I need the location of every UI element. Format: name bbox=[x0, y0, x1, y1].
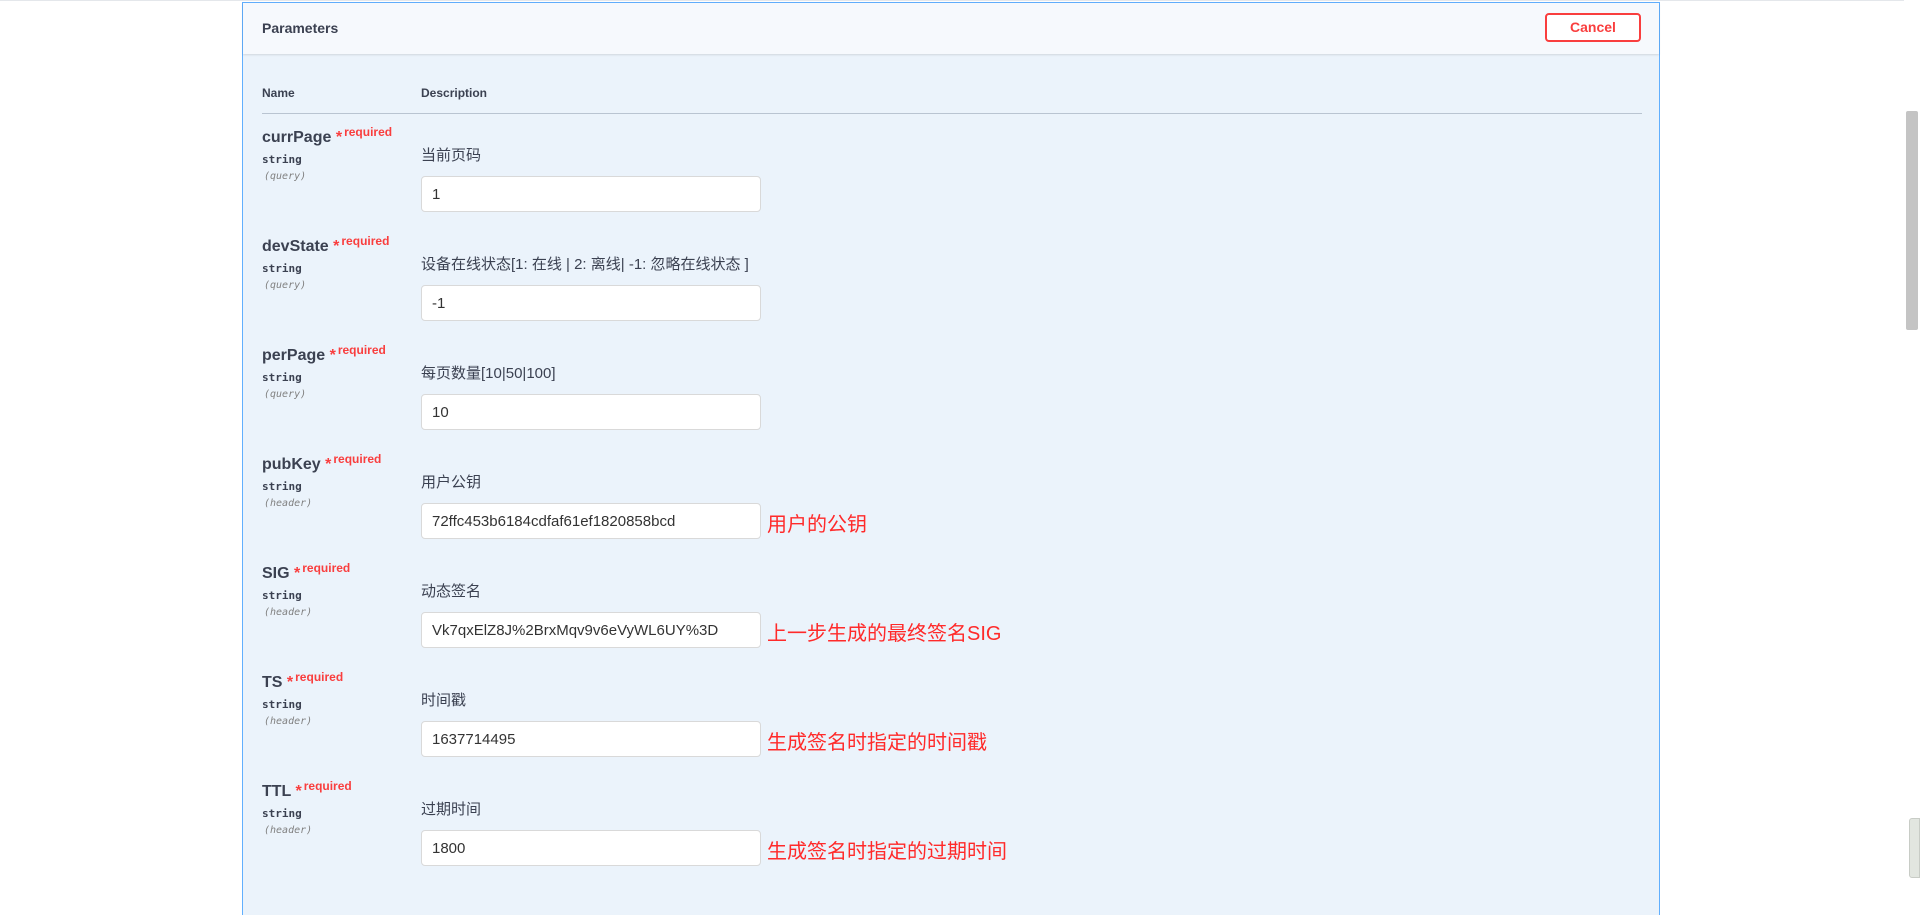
param-location: (header) bbox=[264, 498, 313, 509]
cancel-button[interactable]: Cancel bbox=[1545, 13, 1641, 42]
param-name: devState bbox=[262, 238, 329, 255]
required-star: * bbox=[329, 347, 336, 364]
param-name: perPage bbox=[262, 347, 326, 364]
param-location: (query) bbox=[264, 171, 307, 182]
param-type: string bbox=[262, 480, 302, 493]
description-column-header: Description bbox=[421, 86, 488, 100]
param-row-devstate: devState * required string (query) 设备在线状态… bbox=[243, 232, 1659, 341]
required-star: * bbox=[295, 783, 302, 800]
scrollbar-thumb[interactable] bbox=[1906, 111, 1918, 330]
param-type: string bbox=[262, 153, 302, 166]
param-location: (query) bbox=[264, 389, 307, 400]
required-label: required bbox=[295, 670, 344, 684]
param-type: string bbox=[262, 262, 302, 275]
perpage-input[interactable] bbox=[421, 394, 761, 430]
param-name: SIG bbox=[262, 565, 290, 582]
required-star: * bbox=[325, 456, 332, 473]
parameters-title: Parameters bbox=[262, 20, 339, 36]
param-type: string bbox=[262, 698, 302, 711]
param-name-cell: perPage * required bbox=[262, 343, 386, 365]
param-location: (header) bbox=[264, 607, 313, 618]
parameters-panel: Parameters Cancel Name Description currP… bbox=[242, 2, 1660, 915]
param-location: (query) bbox=[264, 280, 307, 291]
side-panel-handle[interactable] bbox=[1909, 818, 1920, 878]
param-name: pubKey bbox=[262, 456, 321, 473]
param-type: string bbox=[262, 807, 302, 820]
param-description: 过期时间 bbox=[421, 801, 482, 818]
param-name-cell: devState * required bbox=[262, 234, 389, 256]
param-name: TTL bbox=[262, 783, 292, 800]
header-divider bbox=[262, 113, 1642, 114]
param-name-cell: pubKey * required bbox=[262, 452, 381, 474]
param-description: 当前页码 bbox=[421, 147, 482, 164]
required-label: required bbox=[341, 234, 390, 248]
required-star: * bbox=[333, 238, 340, 255]
currpage-input[interactable] bbox=[421, 176, 761, 212]
name-column-header: Name bbox=[262, 86, 295, 100]
parameters-header: Parameters Cancel bbox=[243, 3, 1659, 54]
required-label: required bbox=[337, 343, 386, 357]
param-description: 时间戳 bbox=[421, 692, 467, 709]
sig-input[interactable] bbox=[421, 612, 761, 648]
param-type: string bbox=[262, 589, 302, 602]
param-location: (header) bbox=[264, 716, 313, 727]
param-location: (header) bbox=[264, 825, 313, 836]
devstate-input[interactable] bbox=[421, 285, 761, 321]
ts-input[interactable] bbox=[421, 721, 761, 757]
param-name-cell: SIG * required bbox=[262, 561, 350, 583]
param-description: 动态签名 bbox=[421, 583, 482, 600]
param-name: TS bbox=[262, 674, 283, 691]
required-star: * bbox=[335, 129, 343, 146]
required-star: * bbox=[286, 674, 294, 691]
ttl-input[interactable] bbox=[421, 830, 761, 866]
param-row-ts: TS *required string (header) 时间戳 生成签名时指定… bbox=[243, 668, 1659, 777]
param-row-perpage: perPage * required string (query) 每页数量[10… bbox=[243, 341, 1659, 450]
required-star: * bbox=[294, 565, 301, 582]
param-row-ttl: TTL *required string (header) 过期时间 生成签名时… bbox=[243, 777, 1659, 886]
param-row-sig: SIG *required string (header) 动态签名 上一步生成… bbox=[243, 559, 1659, 668]
param-name-cell: TS * required bbox=[262, 670, 343, 692]
param-row-pubkey: pubKey *required string (header) 用户公钥 用户… bbox=[243, 450, 1659, 559]
required-label: required bbox=[333, 452, 382, 466]
param-name-cell: currPage * required bbox=[262, 125, 392, 147]
pubkey-input[interactable] bbox=[421, 503, 761, 539]
param-type: string bbox=[262, 371, 302, 384]
param-description: 设备在线状态[1: 在线 | 2: 离线| -1: 忽略在线状态 ] bbox=[421, 256, 749, 273]
required-label: required bbox=[302, 561, 351, 575]
top-divider bbox=[0, 0, 1920, 1]
param-name: currPage bbox=[262, 129, 332, 146]
annotation-note: 生成签名时指定的时间戳 bbox=[767, 732, 987, 754]
param-description: 每页数量[10|50|100] bbox=[421, 365, 556, 382]
param-description: 用户公钥 bbox=[421, 474, 482, 491]
required-label: required bbox=[344, 125, 393, 139]
param-row-currpage: currPage * required string (query) 当前页码 bbox=[243, 123, 1659, 232]
annotation-note: 生成签名时指定的过期时间 bbox=[767, 841, 1007, 863]
annotation-note: 上一步生成的最终签名SIG bbox=[767, 623, 1002, 645]
param-name-cell: TTL * required bbox=[262, 779, 352, 801]
required-label: required bbox=[303, 779, 352, 793]
annotation-note: 用户的公钥 bbox=[767, 514, 867, 536]
